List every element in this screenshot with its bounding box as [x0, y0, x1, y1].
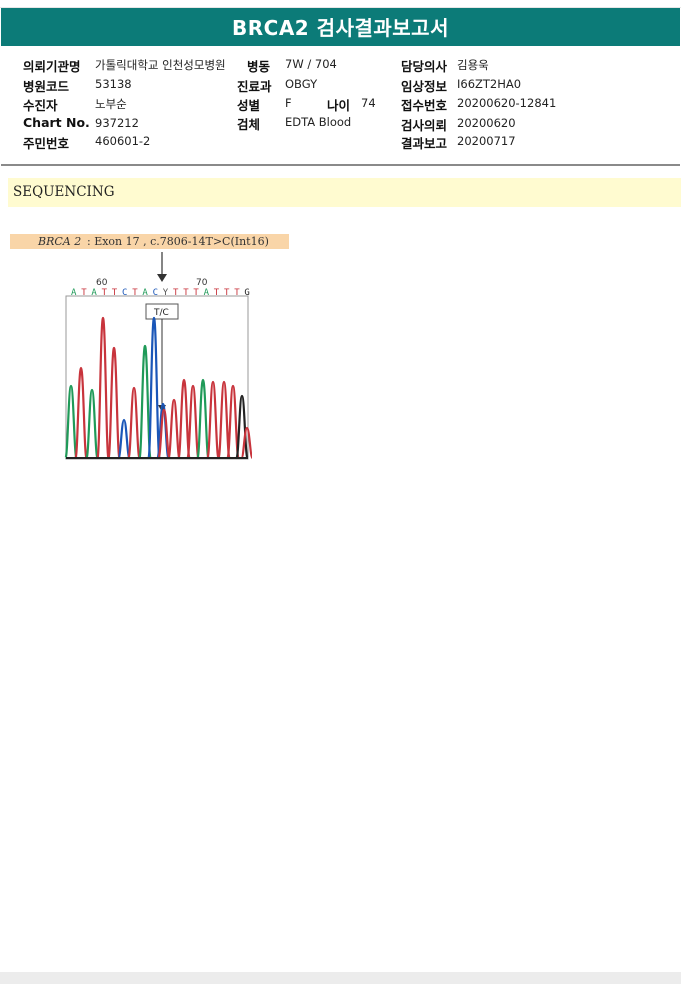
trace-peak	[235, 394, 249, 460]
clinical-label: 임상정보	[401, 79, 448, 94]
resident-id-label: 주민번호	[23, 136, 70, 151]
trace-peak	[147, 316, 161, 460]
age-value: 74	[361, 96, 376, 110]
trace-peak	[206, 380, 220, 460]
callout-text: T/C	[153, 308, 169, 318]
variant-gene: BRCA 2	[38, 235, 82, 248]
specimen-value: EDTA Blood	[285, 115, 352, 129]
sequencing-chromatogram: 60 70 ATATTCTACYTTTATTTG T/C	[62, 250, 254, 462]
trace-peak	[177, 378, 191, 460]
resident-id-value: 460601-2	[95, 134, 151, 148]
hospital-code-value: 53138	[95, 77, 132, 91]
patient-value: 노부순	[95, 97, 127, 111]
trace-peak	[96, 316, 110, 460]
doctor-value: 김용욱	[457, 58, 489, 72]
trace-peaks	[64, 316, 254, 460]
age-label: 나이	[327, 98, 351, 113]
trace-peak	[217, 380, 231, 460]
dept-label: 진료과	[237, 79, 272, 94]
trace-peak	[226, 384, 240, 460]
section-title: SEQUENCING	[13, 184, 115, 200]
chart-no-value: 937212	[95, 116, 139, 130]
report-date-label: 결과보고	[401, 136, 448, 151]
request-label: 검사의뢰	[401, 118, 448, 133]
institution-label: 의뢰기관명	[23, 59, 81, 74]
ward-label: 병동	[247, 59, 271, 74]
chromatogram-svg: 60 70 ATATTCTACYTTTATTTG T/C	[64, 252, 254, 460]
specimen-label: 검체	[237, 117, 261, 132]
variant-detail: : Exon 17 , c.7806-14T>C(Int16)	[87, 235, 269, 248]
trace-peak	[107, 346, 121, 460]
variant-arrow-head	[157, 274, 167, 282]
request-value: 20200620	[457, 116, 516, 130]
report-title: BRCA2 검사결과보고서	[1, 8, 680, 46]
doctor-label: 담당의사	[401, 59, 448, 74]
trace-peak	[186, 384, 200, 460]
patient-info-panel: 의뢰기관명 가톨릭대학교 인천성모병원 병동 7W / 704 담당의사 김용욱…	[1, 46, 680, 166]
trace-peak	[85, 388, 99, 460]
trace-peak	[127, 386, 141, 460]
ward-value: 7W / 704	[285, 57, 337, 71]
institution-value: 가톨릭대학교 인천성모병원	[95, 58, 226, 72]
receipt-value: 20200620-12841	[457, 96, 557, 110]
position-70: 70	[196, 278, 208, 288]
position-60: 60	[96, 278, 108, 288]
sequencing-section-header: SEQUENCING	[8, 178, 681, 207]
trace-peak	[117, 418, 131, 460]
variant-label: BRCA 2 : Exon 17 , c.7806-14T>C(Int16)	[10, 234, 289, 249]
page-bottom-bar	[0, 972, 681, 984]
trace-peak	[74, 366, 88, 460]
patient-label: 수진자	[23, 98, 58, 113]
chart-no-label: Chart No.	[23, 115, 90, 130]
receipt-label: 접수번호	[401, 98, 448, 113]
dept-value: OBGY	[285, 77, 318, 91]
sex-value: F	[285, 96, 292, 110]
top-edge	[0, 0, 681, 8]
trace-peak	[64, 384, 78, 460]
trace-peak	[167, 398, 181, 460]
trace-peak	[196, 378, 210, 460]
sex-label: 성별	[237, 98, 261, 113]
hospital-code-label: 병원코드	[23, 79, 70, 94]
clinical-value: I66ZT2HA0	[457, 77, 522, 91]
report-date-value: 20200717	[457, 134, 516, 148]
